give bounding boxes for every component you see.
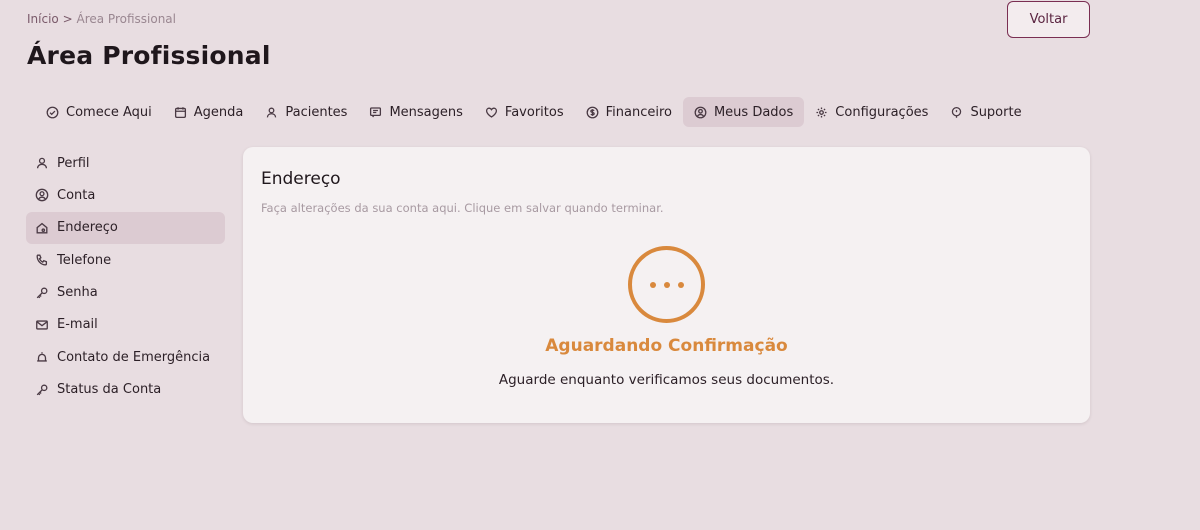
sidebar-item-conta[interactable]: Conta (26, 179, 225, 211)
tab-label: Mensagens (389, 104, 463, 120)
sidebar-item-label: Telefone (57, 252, 112, 268)
sidebar-item-label: Perfil (57, 155, 90, 171)
user-icon (267, 107, 277, 117)
sidebar-item-status-conta[interactable]: Status da Conta (26, 374, 225, 406)
tab-suporte[interactable]: Suporte (939, 97, 1032, 127)
tab-label: Meus Dados (713, 104, 794, 120)
help-icon (952, 106, 962, 118)
check-circle-icon (46, 106, 59, 118)
alarm-icon (37, 352, 47, 362)
tab-label: Comece Aqui (66, 104, 152, 120)
tab-pacientes[interactable]: Pacientes (254, 97, 358, 127)
sidebar-item-label: Endereço (57, 220, 118, 236)
tab-label: Favoritos (504, 104, 564, 120)
dot (663, 281, 670, 288)
mail-icon (36, 320, 48, 330)
tab-financeiro[interactable]: Financeiro (575, 97, 683, 127)
sidebar-item-label: Senha (57, 285, 98, 301)
sidebar-item-label: Status da Conta (57, 382, 162, 398)
sidebar-item-contato-emergencia[interactable]: Contato de Emergência (26, 341, 225, 373)
sidebar-item-endereco[interactable]: Endereço (26, 211, 225, 244)
dot (649, 281, 656, 288)
user-icon (36, 157, 48, 169)
pending-icon (628, 246, 705, 323)
user-circle-icon (35, 189, 49, 202)
tab-meus-dados[interactable]: Meus Dados (682, 97, 805, 127)
tab-agenda[interactable]: Agenda (163, 97, 255, 127)
sidebar-item-perfil[interactable]: Perfil (26, 147, 225, 179)
tab-mensagens[interactable]: Mensagens (358, 97, 473, 127)
sidebar-item-telefone[interactable]: Telefone (26, 244, 225, 276)
tab-label: Agenda (193, 104, 244, 120)
message-icon (370, 106, 382, 117)
calendar-icon (174, 106, 186, 118)
home-icon (36, 222, 48, 234)
key-icon (36, 384, 48, 396)
main-tabs: Comece Aqui Agenda Pacientes Mensagens F… (35, 97, 1033, 127)
sidebar-item-email[interactable]: E-mail (26, 309, 225, 341)
breadcrumb-home[interactable]: Início (27, 12, 59, 26)
phone-icon (36, 254, 48, 266)
tab-label: Pacientes (285, 104, 348, 120)
back-button[interactable]: Voltar (1007, 1, 1090, 38)
sidebar-item-label: E-mail (57, 317, 98, 333)
card-description: Faça alterações da sua conta aqui. Cliqu… (261, 201, 664, 215)
breadcrumb-current: Área Profissional (76, 12, 176, 26)
tab-label: Financeiro (605, 104, 672, 120)
gear-icon (816, 106, 827, 118)
dollar-icon (586, 106, 599, 118)
breadcrumb-separator: > (62, 12, 73, 26)
tab-label: Suporte (970, 104, 1022, 120)
dot (677, 281, 684, 288)
sidebar-item-label: Conta (57, 187, 96, 203)
card-title: Endereço (261, 169, 341, 189)
user-circle-icon (694, 106, 707, 118)
tab-favoritos[interactable]: Favoritos (474, 97, 575, 127)
tab-comece-aqui[interactable]: Comece Aqui (35, 97, 163, 127)
breadcrumb: Início > Área Profissional (27, 12, 176, 26)
status-title: Aguardando Confirmação (545, 336, 788, 356)
tab-label: Configurações (835, 104, 929, 120)
sidebar-item-senha[interactable]: Senha (26, 277, 225, 309)
sidebar: Perfil Conta Endereço Telefone Senha E-m… (26, 147, 225, 406)
sidebar-item-label: Contato de Emergência (57, 349, 211, 365)
heart-icon (485, 107, 497, 118)
address-card: Endereço Faça alterações da sua conta aq… (243, 147, 1090, 423)
page-title: Área Profissional (27, 41, 271, 70)
tab-configuracoes[interactable]: Configurações (804, 97, 939, 127)
key-icon (36, 287, 48, 298)
status-message: Aguarde enquanto verificamos seus docume… (498, 372, 835, 388)
